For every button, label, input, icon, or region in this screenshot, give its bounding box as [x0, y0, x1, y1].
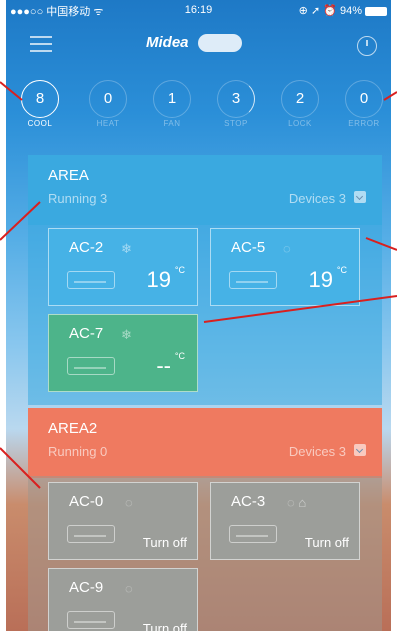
- counter-stop[interactable]: 3 STOP: [214, 80, 258, 128]
- temperature-unit: °C: [174, 265, 185, 275]
- counter-error[interactable]: 0 ERROR: [342, 80, 386, 128]
- counter-cool[interactable]: 8 COOL: [18, 80, 62, 128]
- counter-label: LOCK: [288, 119, 312, 128]
- top-nav: Midea: [6, 22, 391, 68]
- counter-label: STOP: [224, 119, 248, 128]
- temperature-unit: °C: [174, 351, 185, 361]
- snowflake-icon: ❄: [121, 241, 132, 256]
- ac-unit-icon: [67, 271, 115, 289]
- device-card[interactable]: AC-9 ◌ Turn off: [48, 568, 198, 631]
- area-name: AREA2: [48, 420, 98, 437]
- device-card[interactable]: AC-5 ◌ 19 °C: [210, 228, 360, 306]
- counter-label: ERROR: [348, 119, 380, 128]
- status-right: ⊕ ➚ ⏰ 94%: [299, 4, 387, 17]
- device-name: AC-0: [69, 493, 104, 510]
- device-name: AC-5: [231, 239, 266, 256]
- logo-pill: [198, 34, 242, 52]
- clock-icon[interactable]: [357, 36, 377, 56]
- counter-fan[interactable]: 1 FAN: [150, 80, 194, 128]
- device-off-status: Turn off: [142, 621, 187, 631]
- mode-icon: ◌: [283, 241, 291, 256]
- area-device-grid: AC-0 ◌ Turn off AC-3 ◌ ⌂ Turn off AC-9 ◌…: [28, 476, 382, 631]
- mode-icon: ◌: [125, 581, 133, 596]
- counter-value: 0: [345, 80, 383, 118]
- status-bar: ●●●○○ 中国移动 ᯤ 16:19 ⊕ ➚ ⏰ 94%: [6, 0, 391, 22]
- expand-chevron-icon[interactable]: [354, 444, 366, 456]
- device-card[interactable]: AC-0 ◌ Turn off: [48, 482, 198, 560]
- counter-lock[interactable]: 2 LOCK: [278, 80, 322, 128]
- app-screen: ●●●○○ 中国移动 ᯤ 16:19 ⊕ ➚ ⏰ 94% Midea 8 COO…: [6, 0, 391, 631]
- area-header[interactable]: AREA Running 3 Devices 3: [28, 155, 382, 225]
- area-header[interactable]: AREA2 Running 0 Devices 3: [28, 408, 382, 478]
- area-running-status: Running 3: [48, 191, 108, 206]
- device-temperature: --: [156, 353, 171, 378]
- counter-value: 2: [281, 80, 319, 118]
- mode-icon: ◌: [125, 495, 133, 510]
- mode-counters: 8 COOL 0 HEAT 1 FAN 3 STOP 2 LOCK 0 ERRO…: [6, 80, 391, 135]
- counter-value: 0: [89, 80, 127, 118]
- device-name: AC-3: [231, 493, 266, 510]
- expand-chevron-icon[interactable]: [354, 191, 366, 203]
- ac-unit-icon: [229, 525, 277, 543]
- brand-logo: Midea: [146, 32, 256, 56]
- ac-unit-icon: [67, 611, 115, 629]
- ac-unit-icon: [67, 357, 115, 375]
- area-devices-count: Devices 3: [288, 444, 346, 459]
- device-card[interactable]: AC-7 ❄ -- °C: [48, 314, 198, 392]
- snowflake-icon: ❄: [121, 327, 132, 342]
- area-running-status: Running 0: [48, 444, 108, 459]
- counter-label: HEAT: [96, 119, 120, 128]
- device-temperature: 19: [146, 267, 171, 292]
- counter-value: 3: [217, 80, 255, 118]
- area-name: AREA: [48, 167, 89, 184]
- counter-value: 8: [21, 80, 59, 118]
- battery-icon: [365, 6, 387, 16]
- device-name: AC-7: [69, 325, 104, 342]
- area-devices-count: Devices 3: [288, 191, 346, 206]
- device-temperature: 19: [308, 267, 333, 292]
- lock-icon: ◌ ⌂: [287, 495, 307, 510]
- device-name: AC-9: [69, 579, 104, 596]
- counter-heat[interactable]: 0 HEAT: [86, 80, 130, 128]
- temperature-unit: °C: [336, 265, 347, 275]
- counter-label: FAN: [163, 119, 181, 128]
- device-off-status: Turn off: [142, 535, 187, 550]
- ac-unit-icon: [229, 271, 277, 289]
- device-card[interactable]: AC-3 ◌ ⌂ Turn off: [210, 482, 360, 560]
- counter-value: 1: [153, 80, 191, 118]
- counter-label: COOL: [27, 119, 53, 128]
- hamburger-menu-icon[interactable]: [30, 36, 52, 52]
- ac-unit-icon: [67, 525, 115, 543]
- area-device-grid: AC-2 ❄ 19 °C AC-5 ◌ 19 °C AC-7 ❄ -- °C: [28, 225, 382, 405]
- device-name: AC-2: [69, 239, 104, 256]
- device-off-status: Turn off: [304, 535, 349, 550]
- device-card[interactable]: AC-2 ❄ 19 °C: [48, 228, 198, 306]
